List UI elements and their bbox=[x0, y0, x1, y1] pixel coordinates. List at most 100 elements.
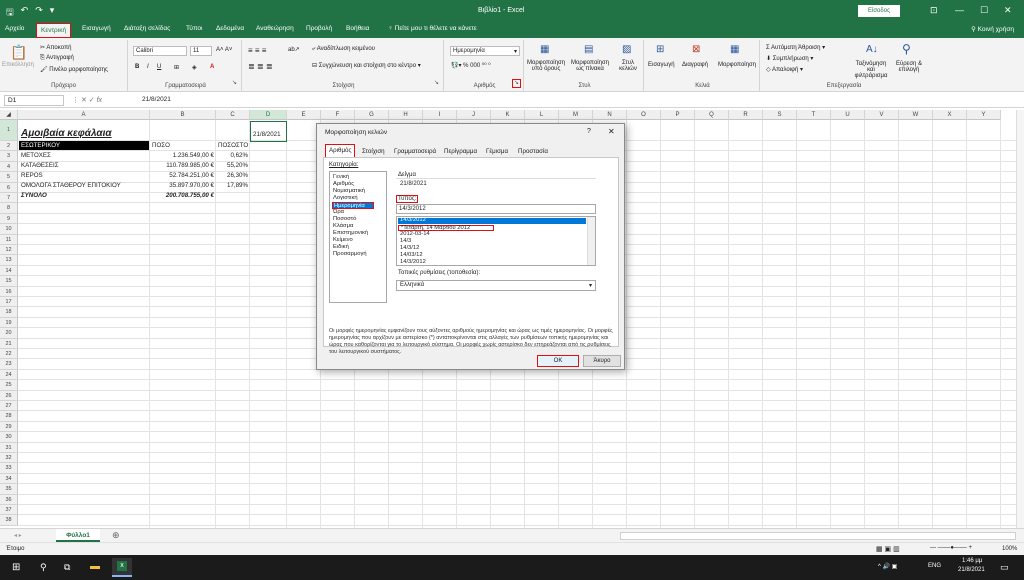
save-icon[interactable]: 🖫 bbox=[6, 5, 14, 21]
cell-a5[interactable]: REPOS bbox=[19, 171, 43, 180]
language-indicator[interactable]: ENG bbox=[928, 563, 941, 569]
category-item-selected[interactable]: Ημερομηνία bbox=[332, 202, 374, 209]
number-format-dialog-launcher[interactable]: ↘ bbox=[512, 79, 521, 88]
search-icon[interactable]: ⚲ bbox=[40, 562, 47, 573]
row-header[interactable]: 31 bbox=[0, 442, 18, 453]
cell-styles-icon[interactable]: ▨ bbox=[622, 44, 631, 55]
row-header[interactable]: 18 bbox=[0, 307, 18, 318]
dialog-tab-number[interactable]: Αριθμός bbox=[325, 144, 356, 158]
row-header[interactable]: 9 bbox=[0, 213, 18, 225]
zoom-level[interactable]: 100% bbox=[1002, 546, 1017, 552]
redo-icon[interactable]: ↷ bbox=[35, 5, 43, 21]
select-all-corner[interactable]: ◢ bbox=[0, 110, 18, 120]
type-item-long-date[interactable]: *Τετάρτη, 14 Μαρτίου 2012 bbox=[398, 225, 494, 231]
tab-data[interactable]: Δεδομένα bbox=[216, 25, 244, 32]
close-icon[interactable]: ✕ bbox=[1004, 5, 1012, 16]
add-sheet-icon[interactable]: ⊕ bbox=[112, 530, 120, 541]
type-item[interactable]: 14/3/12 bbox=[398, 245, 586, 252]
row-header[interactable]: 37 bbox=[0, 505, 18, 516]
windows-start-icon[interactable]: ⊞ bbox=[12, 562, 20, 573]
type-input[interactable]: 14/3/2012 bbox=[396, 204, 596, 214]
category-list[interactable]: Γενική Αριθμός Νομισματική Λογιστική Ημε… bbox=[329, 171, 387, 303]
task-view-icon[interactable]: ⧉ bbox=[64, 562, 70, 573]
autosum-button[interactable]: Σ Αυτόματη Άθροιση ▾ bbox=[766, 44, 825, 51]
format-cells-button[interactable]: Μορφοποίηση bbox=[718, 62, 756, 68]
delete-cells-button[interactable]: Διαγραφή bbox=[682, 62, 708, 68]
column-header[interactable]: U bbox=[831, 110, 865, 120]
cell-c2[interactable]: ΠΟΣΟΣΤΟ bbox=[216, 141, 248, 150]
category-item[interactable]: Κείμενο bbox=[332, 237, 384, 244]
alignment-dialog-launcher[interactable]: ↘ bbox=[432, 80, 441, 89]
column-header[interactable]: Q bbox=[695, 110, 729, 120]
row-header[interactable]: 10 bbox=[0, 224, 18, 235]
cell-styles-button[interactable]: Στυλ κελιών bbox=[614, 60, 642, 72]
paste-icon[interactable]: 📋 bbox=[10, 44, 27, 61]
row-header[interactable]: 6 bbox=[0, 182, 18, 193]
sort-filter-icon[interactable]: A↓ bbox=[866, 44, 878, 55]
dialog-close-icon[interactable]: ✕ bbox=[608, 127, 615, 136]
cell-b7[interactable]: 200.708.755,00 € bbox=[150, 191, 216, 200]
tab-home[interactable]: Κεντρική bbox=[36, 23, 72, 38]
type-item[interactable]: 14/3/2012 bbox=[398, 259, 586, 265]
clock-time[interactable]: 1:46 μμ bbox=[962, 558, 982, 564]
type-item[interactable]: 14/03/12 bbox=[398, 252, 586, 259]
cell-c3[interactable]: 0,62% bbox=[216, 151, 250, 160]
fill-color-icon[interactable]: ◈ bbox=[192, 64, 197, 71]
find-select-button[interactable]: Εύρεση & επιλογή bbox=[892, 61, 926, 73]
font-dialog-launcher[interactable]: ↘ bbox=[230, 80, 239, 89]
column-header[interactable]: K bbox=[491, 110, 525, 120]
sheet-tab-1[interactable]: Φύλλο1 bbox=[56, 529, 100, 542]
horizontal-scrollbar[interactable] bbox=[620, 532, 1016, 540]
tab-formulas[interactable]: Τύποι bbox=[186, 25, 202, 32]
column-header[interactable]: L bbox=[525, 110, 559, 120]
share-button[interactable]: ⚲ Κοινή χρήση bbox=[971, 25, 1014, 33]
tab-help[interactable]: Βοήθεια bbox=[346, 25, 369, 32]
column-header[interactable]: G bbox=[355, 110, 389, 120]
font-color-icon[interactable]: A bbox=[210, 64, 214, 70]
wrap-text-button[interactable]: ⤶ Αναδίπλωση κειμένου bbox=[312, 46, 375, 53]
bold-icon[interactable]: B bbox=[135, 64, 139, 70]
format-cells-icon[interactable]: ▦ bbox=[730, 44, 739, 55]
row-header[interactable]: 17 bbox=[0, 297, 18, 308]
conditional-formatting-button[interactable]: Μορφοποίηση υπό όρους bbox=[527, 60, 565, 72]
system-tray-icons[interactable]: ^ 🔊 ▣ bbox=[878, 563, 897, 570]
row-header[interactable]: 35 bbox=[0, 484, 18, 495]
column-header[interactable]: R bbox=[729, 110, 763, 120]
column-header[interactable]: P bbox=[661, 110, 695, 120]
row-header[interactable]: 8 bbox=[0, 203, 18, 214]
fill-button[interactable]: ⬇ Συμπλήρωση ▾ bbox=[766, 55, 813, 62]
format-as-table-button[interactable]: Μορφοποίηση ως πίνακα bbox=[570, 60, 610, 72]
category-item[interactable]: Γενική bbox=[332, 174, 384, 181]
maximize-icon[interactable]: ☐ bbox=[980, 5, 988, 16]
cell-c5[interactable]: 26,30% bbox=[216, 171, 250, 180]
undo-icon[interactable]: ↶ bbox=[21, 5, 29, 21]
font-name-select[interactable]: Calibri bbox=[133, 46, 187, 56]
align-left-icon[interactable]: ≣ ≣ ≣ bbox=[248, 62, 273, 71]
ok-button[interactable]: OK bbox=[537, 355, 579, 367]
row-header[interactable]: 15 bbox=[0, 276, 18, 287]
tab-insert[interactable]: Εισαγωγή bbox=[82, 25, 111, 32]
category-item[interactable]: Επιστημονική bbox=[332, 230, 384, 237]
formula-input[interactable]: 21/8/2021 bbox=[142, 96, 171, 103]
row-header[interactable]: 36 bbox=[0, 494, 18, 505]
cell-b6[interactable]: 35.897.970,00 € bbox=[150, 181, 216, 190]
cell-a4[interactable]: ΚΑΤΑΘΕΣΕΙΣ bbox=[19, 161, 59, 170]
align-top-icon[interactable]: ≡ ≡ ≡ bbox=[248, 46, 266, 55]
font-grow-icon[interactable]: A˄ A˅ bbox=[216, 47, 232, 53]
row-header[interactable]: 32 bbox=[0, 453, 18, 464]
insert-cells-button[interactable]: Εισαγωγή bbox=[648, 62, 675, 68]
cell-b3[interactable]: 1.236.549,00 € bbox=[150, 151, 216, 160]
name-box[interactable]: D1 bbox=[4, 95, 64, 106]
conditional-formatting-icon[interactable]: ▦ bbox=[540, 44, 549, 55]
row-header[interactable]: 19 bbox=[0, 317, 18, 329]
type-item[interactable]: 14/3 bbox=[398, 238, 586, 245]
minimize-icon[interactable]: — bbox=[955, 5, 964, 15]
tab-page-layout[interactable]: Διάταξη σελίδας bbox=[124, 25, 170, 32]
tab-file[interactable]: Αρχείο bbox=[5, 25, 24, 32]
category-item[interactable]: Λογιστική bbox=[332, 195, 384, 202]
row-header[interactable]: 7 bbox=[0, 193, 18, 204]
row-header[interactable]: 4 bbox=[0, 161, 18, 173]
find-select-icon[interactable]: ⚲ bbox=[902, 42, 911, 56]
number-format-select[interactable]: Ημερομηνία ▾ bbox=[450, 46, 520, 56]
type-list[interactable]: 14/3/2012 *Τετάρτη, 14 Μαρτίου 2012 2012… bbox=[396, 216, 596, 266]
